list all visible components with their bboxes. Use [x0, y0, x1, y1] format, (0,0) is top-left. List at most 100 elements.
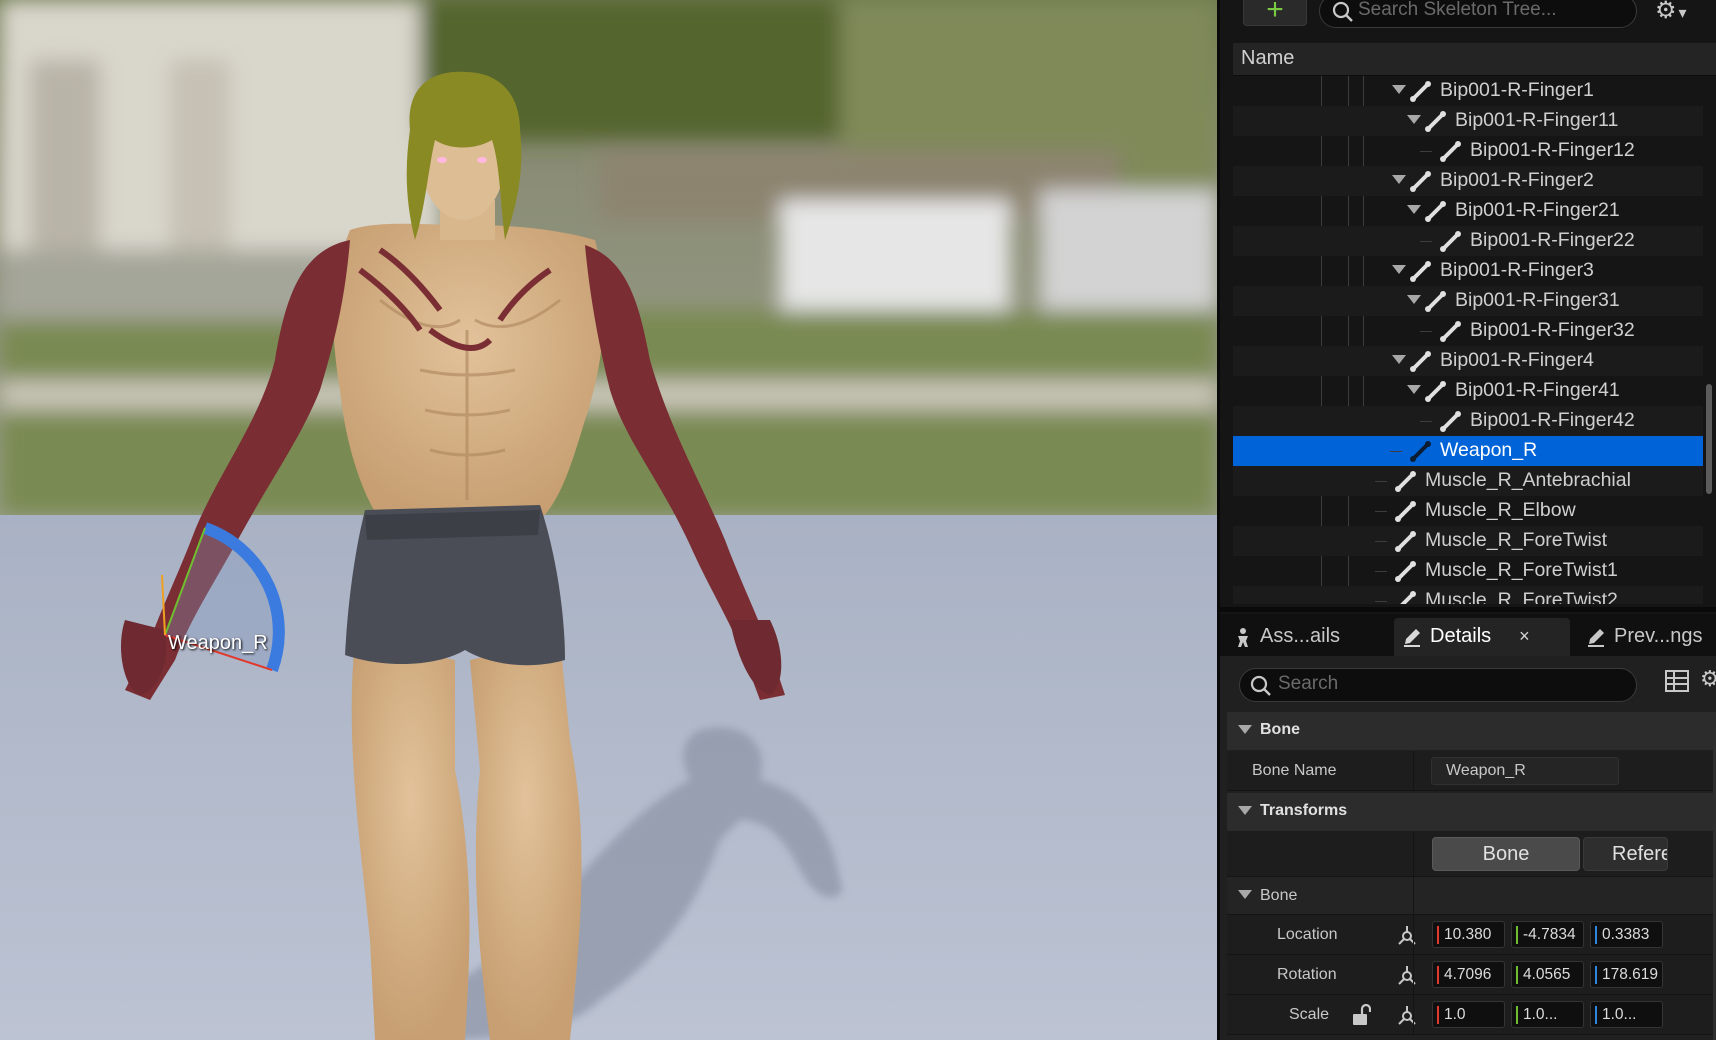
tree-guide-line	[1375, 511, 1387, 512]
location-y-field[interactable]: -4.7834	[1511, 921, 1584, 948]
details-search[interactable]	[1239, 668, 1637, 702]
tree-scrollbar[interactable]	[1706, 384, 1712, 494]
rotation-y-field[interactable]: 4.0565	[1511, 961, 1584, 988]
tab-asset-details[interactable]: Ass...ails	[1226, 618, 1348, 656]
tree-row[interactable]: Bip001-R-Finger4	[1233, 346, 1703, 376]
tree-row-label: Muscle_R_ForeTwist2	[1425, 589, 1618, 604]
tree-row[interactable]: Muscle_R_ForeTwist2	[1233, 586, 1703, 604]
transform-space-row: Bone Reference	[1227, 831, 1716, 877]
pivot-icon[interactable]	[1396, 965, 1418, 987]
category-transforms[interactable]: Transforms	[1227, 793, 1716, 831]
caret-down-icon	[1238, 890, 1252, 899]
scale-z-field[interactable]: 1.0...	[1590, 1001, 1663, 1028]
tree-row-label: Bip001-R-Finger12	[1470, 139, 1635, 161]
tree-row-label: Bip001-R-Finger31	[1455, 289, 1620, 311]
caret-down-icon[interactable]	[1392, 85, 1406, 94]
rotation-y-value: 4.0565	[1523, 966, 1571, 983]
tree-row[interactable]: Bip001-R-Finger3	[1233, 256, 1703, 286]
bone-name-label: Bone Name	[1252, 762, 1337, 779]
close-icon[interactable]: ×	[1519, 626, 1530, 646]
skeleton-tree-search-input[interactable]	[1358, 0, 1628, 23]
viewport-scene	[0, 0, 1217, 1040]
gear-icon[interactable]: ⚙	[1700, 666, 1716, 692]
bone-icon	[1440, 411, 1461, 432]
space-reference-button[interactable]: Reference	[1583, 837, 1668, 871]
bone-name-field[interactable]: Weapon_R	[1431, 757, 1619, 785]
tab-bar: Ass...ails Details × Prev...ngs	[1220, 614, 1716, 656]
caret-down-icon[interactable]	[1392, 265, 1406, 274]
bone-icon	[1410, 261, 1431, 282]
caret-down-icon[interactable]	[1407, 205, 1421, 214]
tree-row[interactable]: Bip001-R-Finger41	[1233, 376, 1703, 406]
tree-row[interactable]: Bip001-R-Finger2	[1233, 166, 1703, 196]
skeleton-tree[interactable]: Bip001-R-Finger1 Bip001-R-Finger11 Bip001-…	[1233, 76, 1703, 604]
panel-splitter[interactable]	[1220, 607, 1716, 612]
tree-row[interactable]: Bip001-R-Finger21	[1233, 196, 1703, 226]
location-y-value: -4.7834	[1523, 926, 1576, 943]
bone-icon	[1395, 561, 1416, 582]
subcategory-bone[interactable]: Bone	[1227, 877, 1716, 915]
tree-row[interactable]: Bip001-R-Finger31	[1233, 286, 1703, 316]
tree-guide-line	[1420, 421, 1432, 422]
tab-details[interactable]: Details ×	[1394, 618, 1570, 656]
column-splitter[interactable]	[1413, 831, 1414, 877]
pencil-icon	[1404, 628, 1420, 647]
scale-y-field[interactable]: 1.0...	[1511, 1001, 1584, 1028]
tree-guide-line	[1420, 241, 1432, 242]
details-search-input[interactable]	[1278, 671, 1618, 697]
tree-row[interactable]: Bip001-R-Finger1	[1233, 76, 1703, 106]
caret-down-icon[interactable]	[1407, 385, 1421, 394]
unlock-icon[interactable]	[1351, 1004, 1371, 1026]
tree-row[interactable]: Bip001-R-Finger22	[1233, 226, 1703, 256]
tree-row[interactable]: Bip001-R-Finger11	[1233, 106, 1703, 136]
space-bone-button[interactable]: Bone	[1432, 837, 1580, 871]
tree-row[interactable]: Bip001-R-Finger12	[1233, 136, 1703, 166]
tree-row-label: Bip001-R-Finger42	[1470, 409, 1635, 431]
location-z-field[interactable]: 0.3383	[1590, 921, 1663, 948]
location-x-field[interactable]: 10.380	[1432, 921, 1505, 948]
caret-down-icon[interactable]	[1392, 175, 1406, 184]
tree-row[interactable]: Bip001-R-Finger32	[1233, 316, 1703, 346]
table-view-icon[interactable]	[1665, 670, 1689, 692]
skeleton-tree-toolbar: + ⚙▾	[1220, 0, 1716, 28]
tree-row[interactable]: Muscle_R_ForeTwist	[1233, 526, 1703, 556]
rotation-x-field[interactable]: 4.7096	[1432, 961, 1505, 988]
scale-x-field[interactable]: 1.0	[1432, 1001, 1505, 1028]
pivot-icon[interactable]	[1396, 1005, 1418, 1027]
caret-down-icon[interactable]	[1407, 115, 1421, 124]
rotation-label: Rotation	[1277, 966, 1337, 983]
bone-icon	[1425, 201, 1446, 222]
3d-viewport[interactable]: Weapon_R	[0, 0, 1217, 1040]
search-icon	[1332, 1, 1353, 22]
skeleton-tree-search[interactable]	[1319, 0, 1637, 28]
scale-z-value: 1.0...	[1602, 1006, 1637, 1023]
bone-icon	[1425, 291, 1446, 312]
tree-row[interactable]: Muscle_R_Elbow	[1233, 496, 1703, 526]
column-name-label: Name	[1241, 47, 1295, 69]
column-splitter[interactable]	[1413, 751, 1414, 791]
tree-row[interactable]: Weapon_R	[1233, 436, 1703, 466]
category-bone[interactable]: Bone	[1227, 712, 1716, 750]
rotation-z-field[interactable]: 178.619	[1590, 961, 1663, 988]
tree-row[interactable]: Muscle_R_Antebrachial	[1233, 466, 1703, 496]
category-label: Transforms	[1260, 802, 1348, 819]
tree-row-label: Bip001-R-Finger2	[1440, 169, 1594, 191]
location-label: Location	[1277, 926, 1338, 943]
tree-guide-line	[1420, 331, 1432, 332]
tree-row[interactable]: Muscle_R_ForeTwist1	[1233, 556, 1703, 586]
category-label: Bone	[1260, 721, 1300, 738]
caret-down-icon[interactable]	[1407, 295, 1421, 304]
tree-row-label: Bip001-R-Finger1	[1440, 79, 1594, 101]
add-button[interactable]: +	[1243, 0, 1307, 26]
person-icon	[1238, 627, 1248, 647]
tree-guide-line	[1375, 601, 1387, 602]
pivot-icon[interactable]	[1396, 925, 1418, 947]
tree-row[interactable]: Bip001-R-Finger42	[1233, 406, 1703, 436]
tree-column-header[interactable]: Name	[1233, 43, 1716, 76]
tab-preview-settings[interactable]: Prev...ngs	[1578, 618, 1711, 656]
tab-label: Details	[1430, 625, 1492, 647]
caret-down-icon[interactable]	[1392, 355, 1406, 364]
x-axis-marker	[1437, 966, 1439, 984]
tree-settings-button[interactable]: ⚙ ▾	[1655, 0, 1705, 26]
tree-guide-line	[1420, 151, 1432, 152]
